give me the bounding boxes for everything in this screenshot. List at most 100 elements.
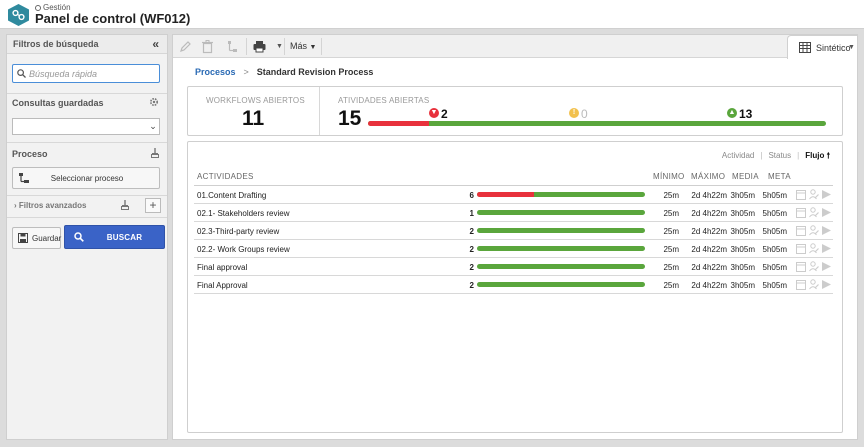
- calendar-icon[interactable]: [796, 189, 806, 200]
- activity-min-time: 25m: [663, 245, 679, 254]
- table-row[interactable]: Final approval 2 25m 2d 4h22m 3h05m 5h05…: [194, 258, 833, 276]
- activity-name: 02.2- Work Groups review: [197, 245, 290, 254]
- user-edit-icon[interactable]: [809, 261, 819, 272]
- activity-count: 1: [469, 209, 474, 218]
- advanced-filters-toggle[interactable]: › Filtros avanzados +: [7, 197, 167, 215]
- quick-search-input[interactable]: [29, 67, 157, 81]
- activity-min-time: 25m: [663, 191, 679, 200]
- activity-max-time: 2d 4h22m: [691, 209, 727, 218]
- activity-max-time: 2d 4h22m: [691, 227, 727, 236]
- on-time-activities-count[interactable]: 13: [739, 107, 752, 121]
- column-activities[interactable]: ACTIVIDADES: [197, 172, 254, 181]
- calendar-icon[interactable]: [796, 207, 806, 218]
- saved-queries-select[interactable]: ⌄: [12, 118, 160, 135]
- user-edit-icon[interactable]: [809, 243, 819, 254]
- column-meta[interactable]: META: [768, 172, 791, 181]
- trash-icon[interactable]: [200, 39, 215, 54]
- activity-max-time: 2d 4h22m: [691, 245, 727, 254]
- column-avg[interactable]: MEDIA: [732, 172, 759, 181]
- chevron-down-icon[interactable]: ▼: [276, 43, 283, 50]
- view-mode-selector[interactable]: Sintético ▼: [787, 35, 857, 59]
- activity-min-time: 25m: [663, 263, 679, 272]
- activity-status-bar: [477, 210, 645, 215]
- activity-meta-time: 5h05m: [762, 245, 787, 254]
- column-max[interactable]: MÁXIMO: [691, 172, 725, 181]
- calendar-icon[interactable]: [796, 261, 806, 272]
- calendar-icon[interactable]: [796, 279, 806, 290]
- calendar-icon[interactable]: [796, 243, 806, 254]
- hierarchy-icon[interactable]: [225, 39, 240, 54]
- tab-flujo[interactable]: Flujo 🠕: [805, 151, 830, 160]
- column-min[interactable]: MÍNIMO: [653, 172, 685, 181]
- table-row[interactable]: 02.3-Third-party review 2 25m 2d 4h22m 3…: [194, 222, 833, 240]
- toolbar-divider: [321, 38, 322, 55]
- more-menu[interactable]: Más ▼: [290, 41, 316, 51]
- activity-meta-time: 5h05m: [762, 263, 787, 272]
- table-row[interactable]: 02.1- Stakeholders review 1 25m 2d 4h22m…: [194, 204, 833, 222]
- activity-avg-time: 3h05m: [730, 209, 755, 218]
- pencil-icon[interactable]: [178, 39, 193, 54]
- broom-icon[interactable]: [151, 148, 159, 158]
- select-process-button[interactable]: Seleccionar proceso: [12, 167, 160, 189]
- tab-status[interactable]: Status: [768, 151, 791, 160]
- activity-avg-time: 3h05m: [730, 263, 755, 272]
- calendar-icon[interactable]: [796, 225, 806, 236]
- double-chevron-left-icon[interactable]: «: [152, 37, 159, 51]
- activities-status-bar: [368, 121, 826, 126]
- activity-count: 6: [469, 191, 474, 200]
- activity-status-bar: [477, 192, 645, 197]
- breadcrumb-separator: >: [243, 67, 249, 77]
- row-actions: [796, 261, 832, 273]
- table-row[interactable]: 01.Content Drafting 6 25m 2d 4h22m 3h05m…: [194, 186, 833, 204]
- toolbar-divider: [284, 38, 285, 55]
- play-icon[interactable]: [822, 189, 831, 200]
- tab-actividad[interactable]: Actividad: [722, 151, 754, 160]
- user-edit-icon[interactable]: [809, 279, 819, 290]
- page-title: Panel de control (WF012): [35, 11, 191, 26]
- divider: [7, 195, 167, 196]
- add-filter-button[interactable]: +: [145, 198, 161, 213]
- table-row[interactable]: 02.2- Work Groups review 2 25m 2d 4h22m …: [194, 240, 833, 258]
- view-mode-label: Sintético: [816, 43, 851, 53]
- search-icon: [17, 69, 26, 78]
- search-button-label: BUSCAR: [106, 233, 143, 242]
- divider: [319, 87, 320, 135]
- breadcrumb-current: Standard Revision Process: [256, 67, 374, 77]
- activity-status-bar: [477, 282, 645, 287]
- open-workflows-label: WORKFLOWS ABIERTOS: [206, 96, 305, 105]
- activity-meta-time: 5h05m: [762, 227, 787, 236]
- sidebar-title: Filtros de búsqueda: [13, 39, 99, 49]
- gear-icon[interactable]: [149, 97, 159, 107]
- late-segment: [477, 192, 535, 197]
- sort-up-arrow-icon: 🠕: [826, 151, 830, 160]
- save-query-button[interactable]: Guardar: [12, 227, 61, 249]
- tab-flujo-label: Flujo: [805, 151, 825, 160]
- quick-search-field[interactable]: [12, 64, 160, 83]
- breadcrumb-processes-link[interactable]: Procesos: [195, 67, 236, 77]
- user-edit-icon[interactable]: [809, 225, 819, 236]
- play-icon[interactable]: [822, 279, 831, 290]
- table-row[interactable]: Final Approval 2 25m 2d 4h22m 3h05m 5h05…: [194, 276, 833, 294]
- activity-avg-time: 3h05m: [730, 191, 755, 200]
- divider: [7, 217, 167, 218]
- advanced-filters-text: Filtros avanzados: [18, 201, 87, 210]
- row-actions: [796, 243, 832, 255]
- broom-icon[interactable]: [121, 200, 129, 210]
- late-activities-count[interactable]: 2: [441, 107, 448, 121]
- play-icon[interactable]: [822, 243, 831, 254]
- play-icon[interactable]: [822, 225, 831, 236]
- search-button[interactable]: BUSCAR: [64, 225, 165, 249]
- activity-name: Final approval: [197, 263, 248, 272]
- workflow-logo-icon: [8, 4, 29, 26]
- user-edit-icon[interactable]: [809, 207, 819, 218]
- row-actions: [796, 189, 832, 201]
- breadcrumb: Procesos > Standard Revision Process: [195, 67, 373, 77]
- user-edit-icon[interactable]: [809, 189, 819, 200]
- activity-status-bar: [477, 246, 645, 251]
- play-icon[interactable]: [822, 207, 831, 218]
- play-icon[interactable]: [822, 261, 831, 272]
- top-bar: Gestión Panel de control (WF012): [0, 0, 864, 29]
- printer-icon[interactable]: [252, 39, 267, 54]
- activity-count: 2: [469, 263, 474, 272]
- warning-activities-count[interactable]: 0: [581, 107, 588, 121]
